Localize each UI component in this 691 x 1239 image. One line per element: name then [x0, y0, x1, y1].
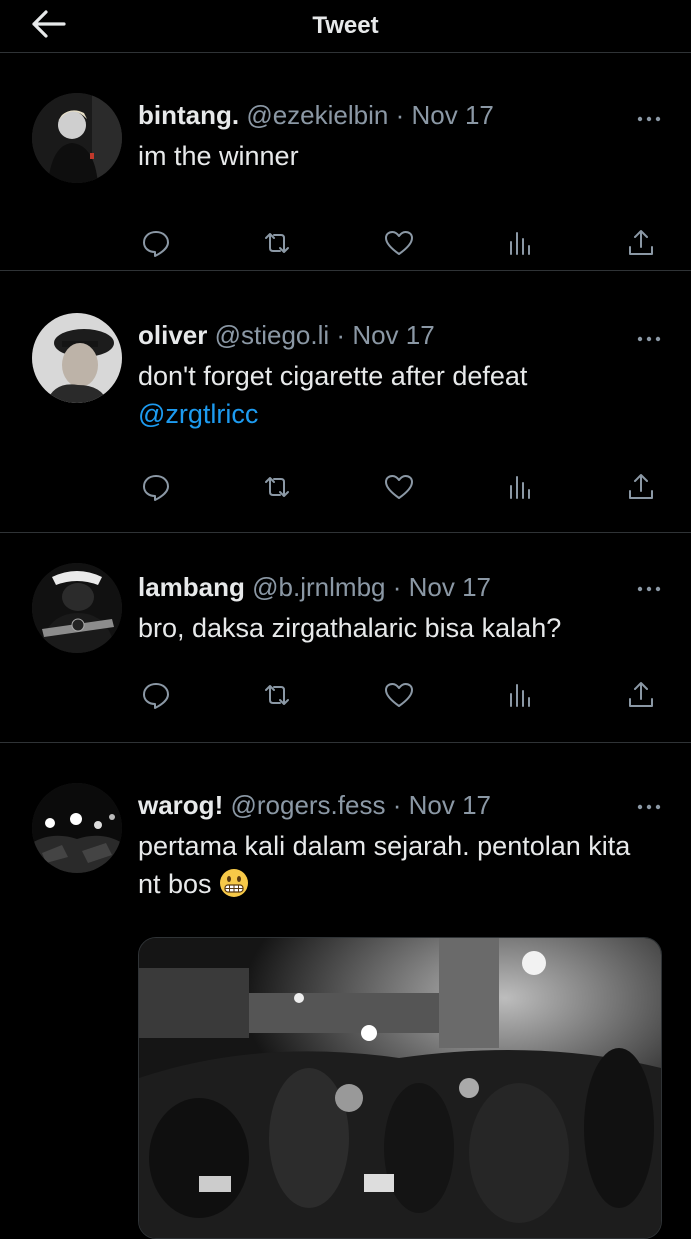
- heart-icon[interactable]: [381, 469, 417, 505]
- tweet-meta: warog! @rogers.fess · Nov 17: [138, 789, 659, 821]
- username[interactable]: @b.jrnlmbg: [252, 572, 385, 602]
- tweet-date[interactable]: Nov 17: [409, 572, 491, 602]
- more-icon[interactable]: [637, 799, 661, 819]
- tweet-date[interactable]: Nov 17: [412, 100, 494, 130]
- separator-dot: ·: [395, 100, 405, 130]
- tweet-text-content: im the winner: [138, 141, 299, 171]
- tweet-date[interactable]: Nov 17: [352, 320, 434, 350]
- retweet-icon[interactable]: [259, 469, 295, 505]
- avatar[interactable]: [32, 563, 122, 653]
- tweet-actions: [138, 469, 659, 505]
- more-icon[interactable]: [637, 581, 661, 601]
- tweet[interactable]: lambang @b.jrnlmbg · Nov 17 bro, daksa z…: [0, 533, 691, 743]
- retweet-icon[interactable]: [259, 677, 295, 713]
- share-icon[interactable]: [623, 469, 659, 505]
- avatar[interactable]: [32, 313, 122, 403]
- heart-icon[interactable]: [381, 677, 417, 713]
- tweet-photo[interactable]: [138, 937, 662, 1239]
- tweet-text: don't forget cigarette after defeat @zrg…: [138, 357, 659, 433]
- tweet-text-content: don't forget cigarette after defeat: [138, 361, 528, 391]
- avatar[interactable]: [32, 93, 122, 183]
- avatar[interactable]: [32, 783, 122, 873]
- username[interactable]: @stiego.li: [215, 320, 330, 350]
- tweet[interactable]: bintang. @ezekielbin · Nov 17 im the win…: [0, 53, 691, 271]
- more-icon[interactable]: [637, 111, 661, 131]
- reply-icon[interactable]: [138, 225, 174, 261]
- arrow-left-icon: [32, 10, 66, 38]
- back-button[interactable]: [28, 8, 68, 40]
- username[interactable]: @ezekielbin: [246, 100, 388, 130]
- reply-icon[interactable]: [138, 469, 174, 505]
- views-icon[interactable]: [502, 225, 538, 261]
- tweet-text-content: pertama kali dalam sejarah. pentolan kit…: [138, 831, 631, 899]
- share-icon[interactable]: [623, 677, 659, 713]
- tweet-meta: oliver @stiego.li · Nov 17: [138, 319, 659, 351]
- tweet-date[interactable]: Nov 17: [409, 790, 491, 820]
- mention-link[interactable]: @zrgtlricc: [138, 399, 258, 429]
- header-bar: Tweet: [0, 0, 691, 53]
- tweet-text: im the winner: [138, 137, 659, 175]
- display-name[interactable]: warog!: [138, 790, 223, 820]
- separator-dot: ·: [336, 320, 346, 350]
- separator-dot: ·: [392, 790, 402, 820]
- separator-dot: ·: [392, 572, 402, 602]
- views-icon[interactable]: [502, 677, 538, 713]
- tweet-text: pertama kali dalam sejarah. pentolan kit…: [138, 827, 638, 903]
- page-title: Tweet: [312, 12, 379, 39]
- share-icon[interactable]: [623, 225, 659, 261]
- tweet-text-content: bro, daksa zirgathalaric bisa kalah?: [138, 613, 562, 643]
- display-name[interactable]: bintang.: [138, 100, 239, 130]
- heart-icon[interactable]: [381, 225, 417, 261]
- tweet-actions: [138, 225, 659, 261]
- tweet-meta: lambang @b.jrnlmbg · Nov 17: [138, 571, 659, 603]
- tweet-meta: bintang. @ezekielbin · Nov 17: [138, 99, 659, 131]
- retweet-icon[interactable]: [259, 225, 295, 261]
- reply-icon[interactable]: [138, 677, 174, 713]
- tweet[interactable]: oliver @stiego.li · Nov 17 don't forget …: [0, 271, 691, 533]
- display-name[interactable]: oliver: [138, 320, 207, 350]
- tweet[interactable]: warog! @rogers.fess · Nov 17 pertama kal…: [0, 743, 691, 1239]
- tweet-text: bro, daksa zirgathalaric bisa kalah?: [138, 609, 659, 647]
- tweet-actions: [138, 677, 659, 713]
- display-name[interactable]: lambang: [138, 572, 245, 602]
- views-icon[interactable]: [502, 469, 538, 505]
- username[interactable]: @rogers.fess: [230, 790, 385, 820]
- grimacing-face-emoji: [219, 868, 249, 898]
- more-icon[interactable]: [637, 331, 661, 351]
